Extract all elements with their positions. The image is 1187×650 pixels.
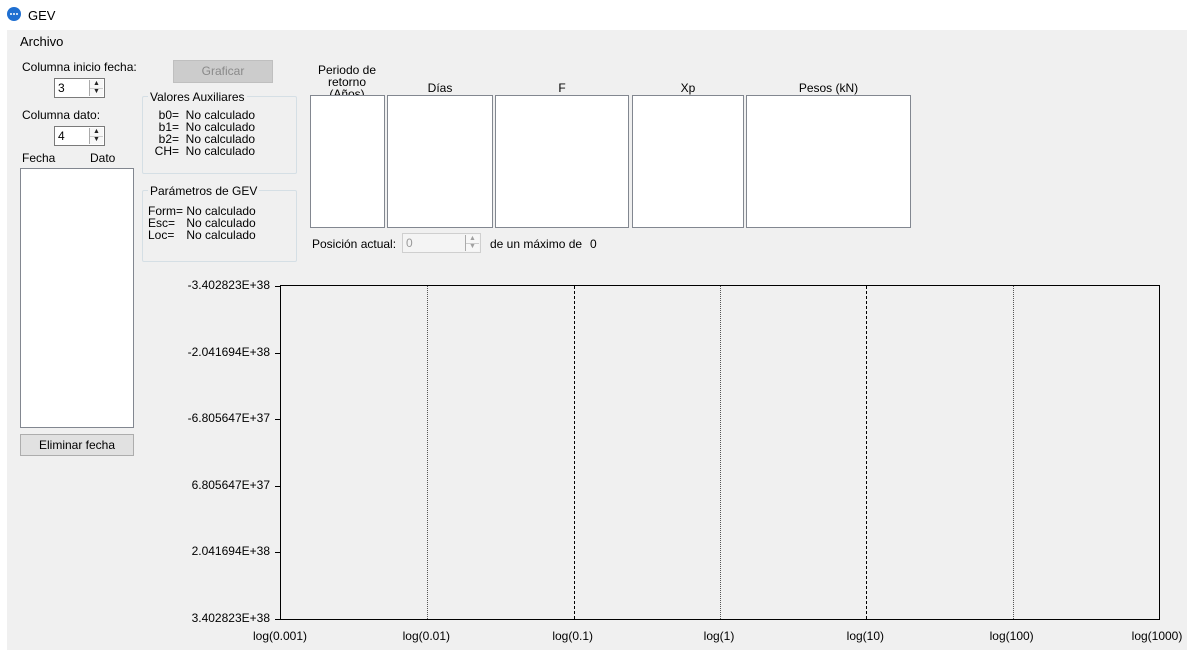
graph-button[interactable]: Graficar	[173, 60, 273, 83]
y-tick-label: 6.805647E+37	[191, 477, 270, 492]
data-col-spinner[interactable]: 4 ▲ ▼	[54, 126, 105, 146]
position-spinner[interactable]: 0 ▲ ▼	[402, 233, 481, 253]
y-tick-label: 2.041694E+38	[191, 544, 270, 559]
spinner-buttons[interactable]: ▲ ▼	[89, 128, 103, 144]
spinner-buttons[interactable]: ▲ ▼	[465, 235, 479, 251]
y-tick	[275, 352, 281, 354]
aux-values-title: Valores Auxiliares	[148, 90, 247, 104]
start-col-label: Columna inicio fecha:	[22, 60, 137, 74]
x-tick-label: log(0.1)	[552, 629, 593, 643]
chart-plot-area	[275, 285, 1160, 620]
max-value: 0	[590, 237, 597, 251]
app-icon	[7, 7, 21, 21]
x-grid-line	[866, 286, 868, 619]
x-grid-line	[1012, 286, 1014, 619]
spin-down-icon[interactable]: ▼	[90, 136, 103, 144]
header-f: F	[558, 81, 566, 95]
header-xp: Xp	[680, 81, 696, 95]
x-tick-label: log(100)	[989, 629, 1034, 643]
data-col-label: Columna dato:	[22, 108, 101, 122]
menu-archivo[interactable]: Archivo	[18, 34, 65, 49]
y-tick-label: -6.805647E+37	[187, 411, 270, 426]
y-tick-label: -3.402823E+38	[187, 278, 270, 292]
x-tick-label: log(0.01)	[402, 629, 451, 643]
x-tick-label: log(1000)	[1131, 629, 1183, 643]
list-pesos[interactable]	[746, 95, 911, 228]
y-tick	[275, 485, 281, 487]
header-dias: Días	[427, 81, 453, 95]
list-f[interactable]	[495, 95, 629, 228]
title-bar	[0, 0, 1187, 30]
x-tick-label: log(1)	[703, 629, 735, 643]
aux-row-ch: CH= No calculado	[154, 144, 256, 158]
y-tick	[275, 619, 281, 620]
list-periodo[interactable]	[310, 95, 385, 228]
x-grid-line	[427, 286, 429, 619]
data-col-value: 4	[58, 129, 65, 143]
list-header-dato: Dato	[90, 151, 116, 165]
list-dias[interactable]	[387, 95, 493, 228]
y-tick-label: 3.402823E+38	[191, 611, 270, 625]
x-grid-line	[573, 286, 575, 619]
list-header-fecha: Fecha	[22, 151, 56, 165]
start-col-spinner[interactable]: 3 ▲ ▼	[54, 78, 105, 98]
spin-down-icon[interactable]: ▼	[90, 88, 103, 96]
gev-row-loc: Loc= No calculado	[148, 228, 256, 242]
x-grid-line	[720, 286, 721, 619]
position-value: 0	[406, 236, 413, 250]
window-title: GEV	[28, 8, 56, 23]
x-tick-label: log(10)	[846, 629, 885, 643]
position-label: Posición actual:	[312, 237, 397, 251]
gev-params-title: Parámetros de GEV	[148, 184, 260, 198]
y-tick-label: -2.041694E+38	[187, 344, 270, 359]
y-tick	[275, 552, 281, 554]
x-tick-label: log(0.001)	[252, 629, 308, 643]
data-listbox[interactable]	[20, 168, 134, 428]
spinner-buttons[interactable]: ▲ ▼	[89, 80, 103, 96]
y-tick	[275, 419, 281, 421]
y-tick	[275, 286, 281, 287]
max-label: de un máximo de	[490, 237, 583, 251]
start-col-value: 3	[58, 81, 65, 95]
delete-date-button[interactable]: Eliminar fecha	[20, 434, 134, 456]
spin-down-icon[interactable]: ▼	[466, 243, 479, 251]
header-pesos: Pesos (kN)	[798, 81, 859, 95]
list-xp[interactable]	[632, 95, 744, 228]
